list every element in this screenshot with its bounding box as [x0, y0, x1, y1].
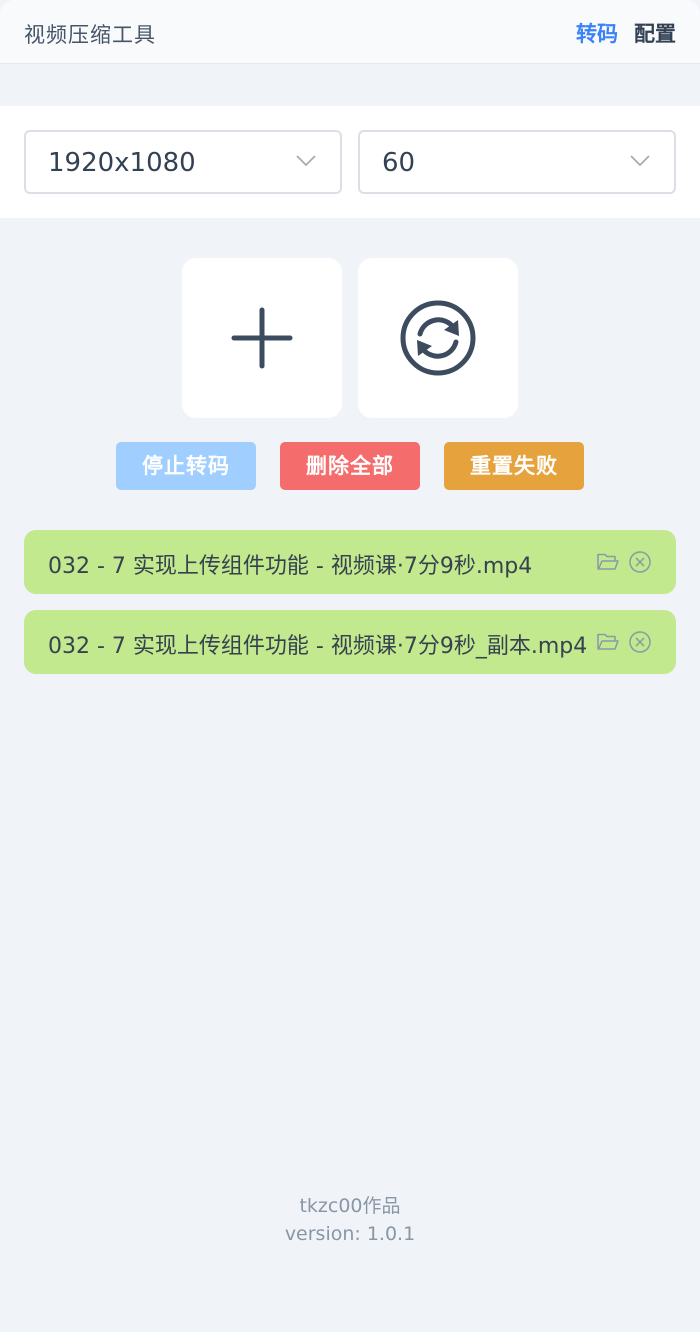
file-name: 032 - 7 实现上传组件功能 - 视频课·7分9秒_副本.mp4 — [48, 634, 588, 659]
chevron-down-icon — [630, 155, 650, 167]
author-credit: tkzc00作品 — [299, 1195, 401, 1217]
fps-value: 60 — [382, 148, 416, 178]
start-transcode-button[interactable] — [358, 258, 518, 418]
stop-transcode-button[interactable]: 停止转码 — [116, 442, 256, 490]
settings-panel: 1920x1080 60 — [0, 106, 700, 218]
top-nav: 转码 配置 — [576, 18, 676, 48]
delete-all-button[interactable]: 删除全部 — [280, 442, 420, 490]
file-item: 032 - 7 实现上传组件功能 - 视频课·7分9秒_副本.mp4 — [24, 610, 676, 674]
nav-config[interactable]: 配置 — [634, 18, 676, 48]
app-window: 视频压缩工具 转码 配置 1920x1080 60 停止转码 删除全部 重置失败… — [0, 0, 700, 1332]
chevron-down-icon — [296, 155, 316, 167]
folder-open-icon[interactable] — [596, 550, 620, 574]
resolution-select[interactable]: 1920x1080 — [24, 130, 342, 194]
close-circle-icon[interactable] — [628, 550, 652, 574]
version-label: version: 1.0.1 — [284, 1223, 416, 1245]
file-name: 032 - 7 实现上传组件功能 - 视频课·7分9秒.mp4 — [48, 554, 533, 579]
close-circle-icon[interactable] — [628, 630, 652, 654]
resolution-value: 1920x1080 — [48, 148, 196, 178]
footer: tkzc00作品 version: 1.0.1 — [0, 1192, 700, 1248]
header: 视频压缩工具 转码 配置 — [0, 0, 700, 64]
app-title: 视频压缩工具 — [24, 23, 156, 47]
fps-select[interactable]: 60 — [358, 130, 676, 194]
folder-open-icon[interactable] — [596, 630, 620, 654]
reset-failed-button[interactable]: 重置失败 — [444, 442, 584, 490]
refresh-icon — [400, 300, 476, 376]
add-file-button[interactable] — [182, 258, 342, 418]
nav-transcode[interactable]: 转码 — [576, 18, 618, 48]
plus-icon — [231, 307, 293, 369]
file-item: 032 - 7 实现上传组件功能 - 视频课·7分9秒.mp4 — [24, 530, 676, 594]
